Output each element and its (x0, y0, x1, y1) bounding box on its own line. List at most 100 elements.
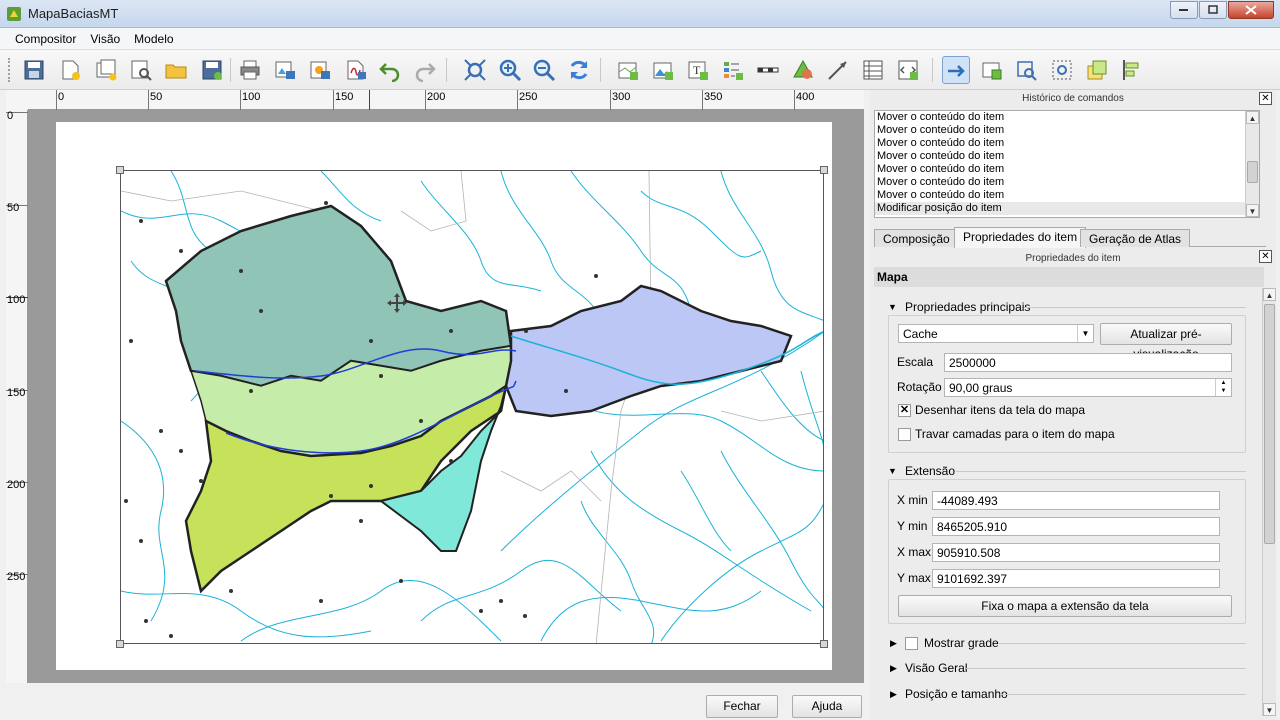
rotation-spinbox[interactable]: 90,00 graus ▲ ▼ (944, 378, 1232, 397)
raise-icon[interactable] (1083, 56, 1111, 84)
lock-layers-checkbox[interactable] (898, 428, 911, 441)
scroll-up-icon[interactable]: ▲ (1246, 111, 1259, 124)
window-title: MapaBaciasMT (28, 6, 119, 21)
group-main-properties[interactable]: Propriedades principais (905, 300, 1030, 314)
ymin-label: Y min (897, 519, 928, 533)
list-item[interactable]: Mover o conteúdo do item (875, 137, 1259, 150)
show-grid-checkbox[interactable] (905, 637, 918, 650)
resize-handle-br[interactable] (820, 640, 828, 648)
add-arrow-icon[interactable] (824, 56, 852, 84)
ymax-input[interactable]: 9101692.397 (932, 569, 1220, 588)
add-shape-icon[interactable] (789, 56, 817, 84)
collapse-triangle-icon[interactable]: ▼ (888, 466, 897, 476)
close-properties-icon[interactable]: ✕ (1259, 250, 1272, 263)
history-list[interactable]: Mover o conteúdo do item Mover o conteúd… (874, 110, 1260, 218)
ymin-input[interactable]: 8465205.910 (932, 517, 1220, 536)
history-scrollbar[interactable]: ▲ ▼ (1245, 111, 1259, 217)
group-position-size[interactable]: Posição e tamanho (905, 687, 1008, 701)
menu-compositor[interactable]: Compositor (8, 28, 83, 49)
menu-bar: Compositor Visão Modelo (0, 28, 1280, 50)
restore-icon (1208, 5, 1218, 14)
open-template-icon[interactable] (162, 56, 190, 84)
resize-handle-bl[interactable] (116, 640, 124, 648)
close-window-button[interactable] (1228, 1, 1274, 19)
list-item[interactable]: Mover o conteúdo do item (875, 124, 1259, 137)
group-extent[interactable]: Extensão (905, 464, 955, 478)
xmin-label: X min (897, 493, 928, 507)
scale-input[interactable]: 2500000 (944, 353, 1232, 372)
move-content-icon[interactable] (978, 56, 1006, 84)
expand-triangle-icon[interactable]: ▶ (890, 689, 897, 700)
list-item[interactable]: Mover o conteúdo do item (875, 189, 1259, 202)
resize-handle-tr[interactable] (820, 166, 828, 174)
close-button[interactable]: Fechar (706, 695, 778, 718)
xmin-input[interactable]: -44089.493 (932, 491, 1220, 510)
expand-triangle-icon[interactable]: ▶ (890, 663, 897, 674)
help-button[interactable]: Ajuda (792, 695, 862, 718)
export-svg-icon[interactable] (306, 56, 334, 84)
composer-canvas[interactable] (28, 110, 864, 683)
duplicate-composer-icon[interactable] (92, 56, 120, 84)
export-pdf-icon[interactable] (342, 56, 370, 84)
maximize-button[interactable] (1199, 1, 1227, 19)
menu-visao[interactable]: Visão (83, 28, 127, 49)
draw-canvas-checkbox[interactable]: ✕ (898, 404, 911, 417)
zoom-full-icon[interactable] (461, 56, 489, 84)
lock-layers-label: Travar camadas para o item do mapa (915, 427, 1115, 441)
save-template-icon[interactable] (198, 56, 226, 84)
draw-canvas-label: Desenhar itens da tela do mapa (915, 403, 1086, 417)
collapse-triangle-icon[interactable]: ▼ (888, 302, 897, 312)
fix-extent-button[interactable]: Fixa o mapa a extensão da tela (898, 595, 1232, 617)
zoom-in-icon[interactable] (496, 56, 524, 84)
refresh-icon[interactable] (565, 56, 593, 84)
map-item[interactable] (120, 170, 824, 644)
add-label-icon[interactable]: T (684, 56, 712, 84)
xmax-input[interactable]: 905910.508 (932, 543, 1220, 562)
add-legend-icon[interactable] (719, 56, 747, 84)
expand-triangle-icon[interactable]: ▶ (890, 638, 897, 649)
chevron-down-icon: ▼ (1077, 325, 1093, 342)
group-overview[interactable]: Visão Geral (905, 661, 967, 675)
save-icon[interactable] (20, 56, 48, 84)
edit-nodes-icon[interactable] (1012, 56, 1040, 84)
add-html-icon[interactable] (894, 56, 922, 84)
spin-arrows-icon[interactable]: ▲ ▼ (1215, 379, 1231, 396)
horizontal-ruler: 0 50 100 150 200 250 300 350 400 (28, 90, 864, 110)
close-history-icon[interactable]: ✕ (1259, 92, 1272, 105)
add-table-icon[interactable] (859, 56, 887, 84)
export-image-icon[interactable] (271, 56, 299, 84)
list-item[interactable]: Mover o conteúdo do item (875, 163, 1259, 176)
zoom-out-icon[interactable] (530, 56, 558, 84)
tab-geracao-atlas[interactable]: Geração de Atlas (1080, 229, 1191, 247)
properties-scrollbar[interactable]: ▲ ▼ (1262, 288, 1276, 716)
list-item[interactable]: Modificar posição do item (875, 202, 1259, 215)
list-item[interactable]: Mover o conteúdo do item (875, 150, 1259, 163)
tab-propriedades-item[interactable]: Propriedades do item (954, 227, 1087, 248)
tab-composicao[interactable]: Composição (874, 229, 959, 247)
group-show-grid[interactable]: Mostrar grade (924, 636, 999, 650)
list-item[interactable]: Mover o conteúdo do item (875, 111, 1259, 124)
add-image-icon[interactable] (649, 56, 677, 84)
menu-modelo[interactable]: Modelo (127, 28, 180, 49)
scroll-down-icon[interactable]: ▼ (1263, 703, 1276, 716)
minimize-button[interactable] (1170, 1, 1198, 19)
undo-icon[interactable] (376, 56, 404, 84)
list-item[interactable]: Mover o conteúdo do item (875, 176, 1259, 189)
cache-combo[interactable]: Cache ▼ (898, 324, 1094, 343)
qgis-logo-icon (7, 7, 21, 21)
print-icon[interactable] (236, 56, 264, 84)
toolbar-handle[interactable] (8, 58, 12, 82)
redo-icon[interactable] (411, 56, 439, 84)
align-icon[interactable] (1118, 56, 1146, 84)
scroll-down-icon[interactable]: ▼ (1246, 204, 1259, 217)
group-icon[interactable] (1048, 56, 1076, 84)
add-map-icon[interactable] (614, 56, 642, 84)
update-preview-button[interactable]: Atualizar pré-visualização (1100, 323, 1232, 361)
scroll-up-icon[interactable]: ▲ (1263, 288, 1276, 301)
composer-manager-icon[interactable] (127, 56, 155, 84)
add-scalebar-icon[interactable] (754, 56, 782, 84)
select-move-icon[interactable] (942, 56, 970, 84)
resize-handle-tl[interactable] (116, 166, 124, 174)
new-composer-icon[interactable] (56, 56, 84, 84)
item-properties-title: Propriedades do item (1025, 253, 1121, 264)
